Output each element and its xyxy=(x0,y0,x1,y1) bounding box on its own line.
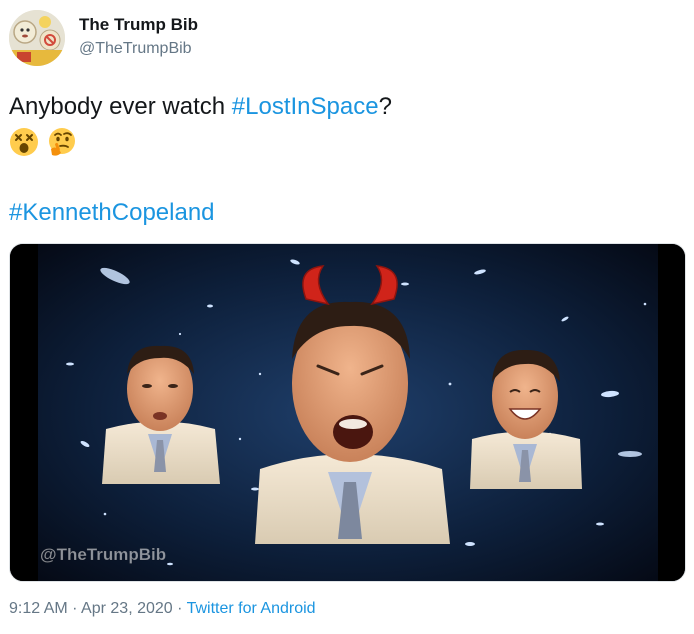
dizzy-face-emoji-icon xyxy=(10,128,38,156)
tweet-meta: 9:12 AM · Apr 23, 2020 · Twitter for And… xyxy=(9,600,316,618)
author-handle[interactable]: @TheTrumpBib xyxy=(79,40,192,58)
tweet-hashtag-line: #KennethCopeland xyxy=(9,198,215,228)
profile-avatar[interactable] xyxy=(9,10,65,66)
tweet-media-video[interactable]: @TheTrumpBib xyxy=(9,243,686,582)
meta-separator: · xyxy=(67,600,82,617)
thinking-face-emoji-icon xyxy=(49,128,75,156)
tweet-text-line: Anybody ever watch #LostInSpace? xyxy=(9,92,392,122)
hashtag-lostinspace-link[interactable]: #LostInSpace xyxy=(232,93,379,120)
video-frame-image: @TheTrumpBib xyxy=(10,244,685,581)
author-display-name[interactable]: The Trump Bib xyxy=(79,15,198,35)
hashtag-kennethcopeland-link[interactable]: #KennethCopeland xyxy=(9,199,215,226)
tweet-time[interactable]: 9:12 AM xyxy=(9,600,68,617)
tweet-source-link[interactable]: Twitter for Android xyxy=(187,600,316,617)
tweet-text-punctuation: ? xyxy=(378,93,392,120)
meta-separator: · xyxy=(172,600,187,617)
media-watermark: @TheTrumpBib xyxy=(40,545,166,564)
tweet-date[interactable]: Apr 23, 2020 xyxy=(81,600,173,617)
avatar-image xyxy=(9,10,65,66)
tweet-text: Anybody ever watch xyxy=(9,93,232,120)
